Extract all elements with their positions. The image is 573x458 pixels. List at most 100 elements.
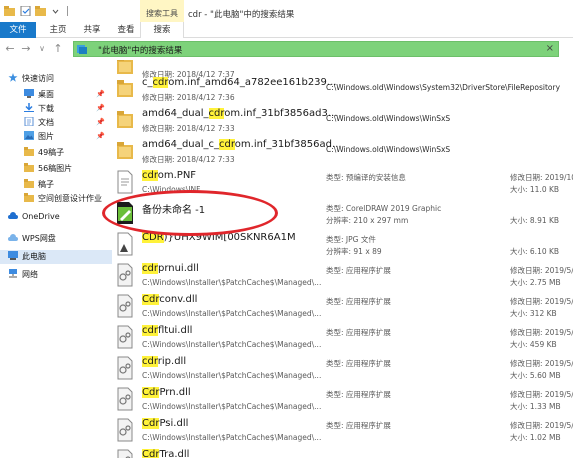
star-icon (8, 73, 18, 82)
clear-search-icon[interactable]: × (546, 42, 554, 56)
search-match-highlight: CDR (142, 232, 164, 243)
address-bar[interactable]: "此电脑"中的搜索结果 × (73, 41, 559, 57)
file-name: cdrprnui.dll (142, 263, 199, 274)
recent-dropdown-icon[interactable]: ∨ (36, 42, 48, 56)
file-size: 大小: 11.0 KB (510, 185, 560, 194)
file-name: cdrrip.dll (142, 356, 187, 367)
sidebar-item-folder[interactable]: 空间创意设计作业 (24, 192, 102, 206)
search-match-highlight: cdr (142, 263, 158, 274)
file-subtitle: C:\Windows\Installer\$PatchCache$\Manage… (142, 278, 322, 287)
back-arrow-icon[interactable]: ← (4, 42, 16, 56)
file-name: CDR)}UHX9WIM[00SKNR6A1M (142, 232, 296, 243)
cloud-icon (8, 212, 18, 219)
sidebar-item-folder[interactable]: 49稿子 (24, 146, 64, 160)
cloud-icon (8, 234, 18, 241)
search-tools-context-tab[interactable]: 搜索工具 (140, 0, 184, 22)
file-row[interactable]: CDR)}UHX9WIM[00SKNR6A1M 类型: JPG 文件 分辨率: 91… (112, 230, 573, 261)
forward-arrow-icon[interactable]: → (20, 42, 32, 56)
sidebar-item-wps-drive[interactable]: WPS网盘 (8, 232, 56, 246)
file-row[interactable]: c_cdrom.inf_amd64_a782ee161b239... 修改日期: … (112, 75, 573, 106)
file-icon (117, 170, 133, 194)
tab-view[interactable]: 查看 (112, 22, 140, 38)
file-row[interactable]: cdrfltui.dll C:\Windows\Installer\$PatchC… (112, 323, 573, 354)
desktop-icon (24, 89, 34, 98)
document-icon (24, 117, 34, 126)
file-row[interactable]: cdrrip.dll C:\Windows\Installer\$PatchCac… (112, 354, 573, 385)
tab-file[interactable]: 文件 (0, 22, 36, 38)
folder-icon[interactable] (4, 6, 15, 16)
file-type: 类型: 预编译的安装信息 (326, 173, 406, 182)
file-size: 大小: 459 KB (510, 340, 557, 349)
dll-icon (117, 449, 133, 458)
file-row[interactable]: cdrprnui.dll C:\Windows\Installer\$PatchC… (112, 261, 573, 292)
window-title: cdr - "此电脑"中的搜索结果 (188, 10, 295, 20)
download-icon (24, 103, 34, 112)
file-type: 类型: 应用程序扩展 (326, 328, 391, 337)
properties-icon[interactable] (20, 6, 31, 16)
file-subtitle: 修改日期: 2018/4/12 7:33 (142, 124, 235, 133)
sidebar-item-desktop[interactable]: 桌面 (24, 88, 54, 102)
pin-icon[interactable]: 📌 (96, 132, 105, 140)
file-row[interactable]: CdrPrn.dll C:\Windows\Installer\$PatchCac… (112, 385, 573, 416)
sidebar-item-documents[interactable]: 文档 (24, 116, 54, 130)
file-row[interactable]: amd64_dual_c_cdrom.inf_31bf3856ad... 修改日期… (112, 137, 573, 168)
search-results-list: 修改日期: 2018/4/12 7:37 c_cdrom.inf_amd64_a7… (112, 60, 573, 458)
file-row[interactable]: CdrPsi.dll C:\Windows\Installer\$PatchCac… (112, 416, 573, 447)
sidebar-item-folder[interactable]: 稿子 (24, 178, 54, 192)
file-path: C:\Windows.old\Windows\System32\DriverSt… (326, 83, 561, 92)
folder-icon (24, 147, 34, 156)
sidebar-item-this-pc[interactable]: 此电脑 (0, 250, 112, 264)
image-file-icon (117, 232, 133, 256)
file-size: 大小: 6.10 KB (510, 247, 560, 256)
sidebar-item-quick-access[interactable]: 快速访问 (8, 72, 54, 86)
file-path: C:\Windows.old\Windows\WinSxS (326, 145, 451, 154)
dll-icon (117, 325, 133, 349)
coreldraw-icon (117, 202, 133, 224)
ribbon-tabs: 文件 主页 共享 查看 搜索 (0, 22, 573, 38)
pin-icon[interactable]: 📌 (96, 104, 105, 112)
folder-icon (24, 163, 34, 172)
sidebar-item-onedrive[interactable]: OneDrive (8, 210, 60, 224)
sidebar-item-pictures[interactable]: 图片 (24, 130, 54, 144)
tab-share[interactable]: 共享 (78, 22, 106, 38)
file-resolution: 分辨率: 210 x 297 mm (326, 216, 409, 225)
file-modified: 修改日期: 2019/5/ (510, 359, 573, 368)
file-size: 大小: 1.33 MB (510, 402, 561, 411)
search-match-highlight: cdr (142, 356, 158, 367)
search-match-highlight: cdr (152, 77, 169, 88)
file-size: 大小: 2.75 MB (510, 278, 561, 287)
search-match-highlight: Cdr (142, 449, 160, 458)
chevron-down-icon[interactable] (50, 6, 61, 16)
file-name: 备份未命名 -1 (142, 205, 206, 216)
sidebar-item-downloads[interactable]: 下载 (24, 102, 54, 116)
file-subtitle: 修改日期: 2018/4/12 7:33 (142, 155, 235, 164)
pin-icon[interactable]: 📌 (96, 90, 105, 98)
network-icon (9, 269, 17, 278)
file-type: 类型: CorelDRAW 2019 Graphic (326, 204, 442, 213)
file-modified: 修改日期: 2019/10 (510, 173, 573, 182)
file-row[interactable]: CdrTra.dll (112, 447, 573, 458)
file-name: Cdrconv.dll (142, 294, 198, 305)
file-name: CdrPrn.dll (142, 387, 191, 398)
sidebar-item-folder[interactable]: 56稿图片 (24, 162, 72, 176)
context-tab-label: 搜索工具 (146, 9, 178, 18)
pin-icon[interactable]: 📌 (96, 118, 105, 126)
folder-icon (24, 179, 34, 188)
file-name: CdrTra.dll (142, 449, 190, 458)
file-modified: 修改日期: 2019/5/ (510, 328, 573, 337)
sidebar-item-network[interactable]: 网络 (8, 268, 38, 282)
dll-icon (117, 356, 133, 380)
new-folder-icon[interactable] (35, 6, 46, 16)
file-row[interactable]: 备份未命名 -1 类型: CorelDRAW 2019 Graphic 分辨率: 2… (112, 199, 573, 230)
folder-icon (117, 142, 133, 159)
file-modified: 修改日期: 2019/5/ (510, 266, 573, 275)
up-arrow-icon[interactable]: ↑ (52, 42, 64, 56)
picture-icon (24, 131, 34, 140)
file-type: 类型: 应用程序扩展 (326, 359, 391, 368)
file-name: CdrPsi.dll (142, 418, 189, 429)
file-row[interactable]: Cdrconv.dll C:\Windows\Installer\$PatchCa… (112, 292, 573, 323)
tab-search[interactable]: 搜索 (140, 22, 184, 38)
file-row[interactable]: amd64_dual_cdrom.inf_31bf3856ad3... 修改日期:… (112, 106, 573, 137)
tab-home[interactable]: 主页 (44, 22, 72, 38)
file-row[interactable]: cdrom.PNF C:\Windows\INF 类型: 预编译的安装信息 修改日期:… (112, 168, 573, 199)
